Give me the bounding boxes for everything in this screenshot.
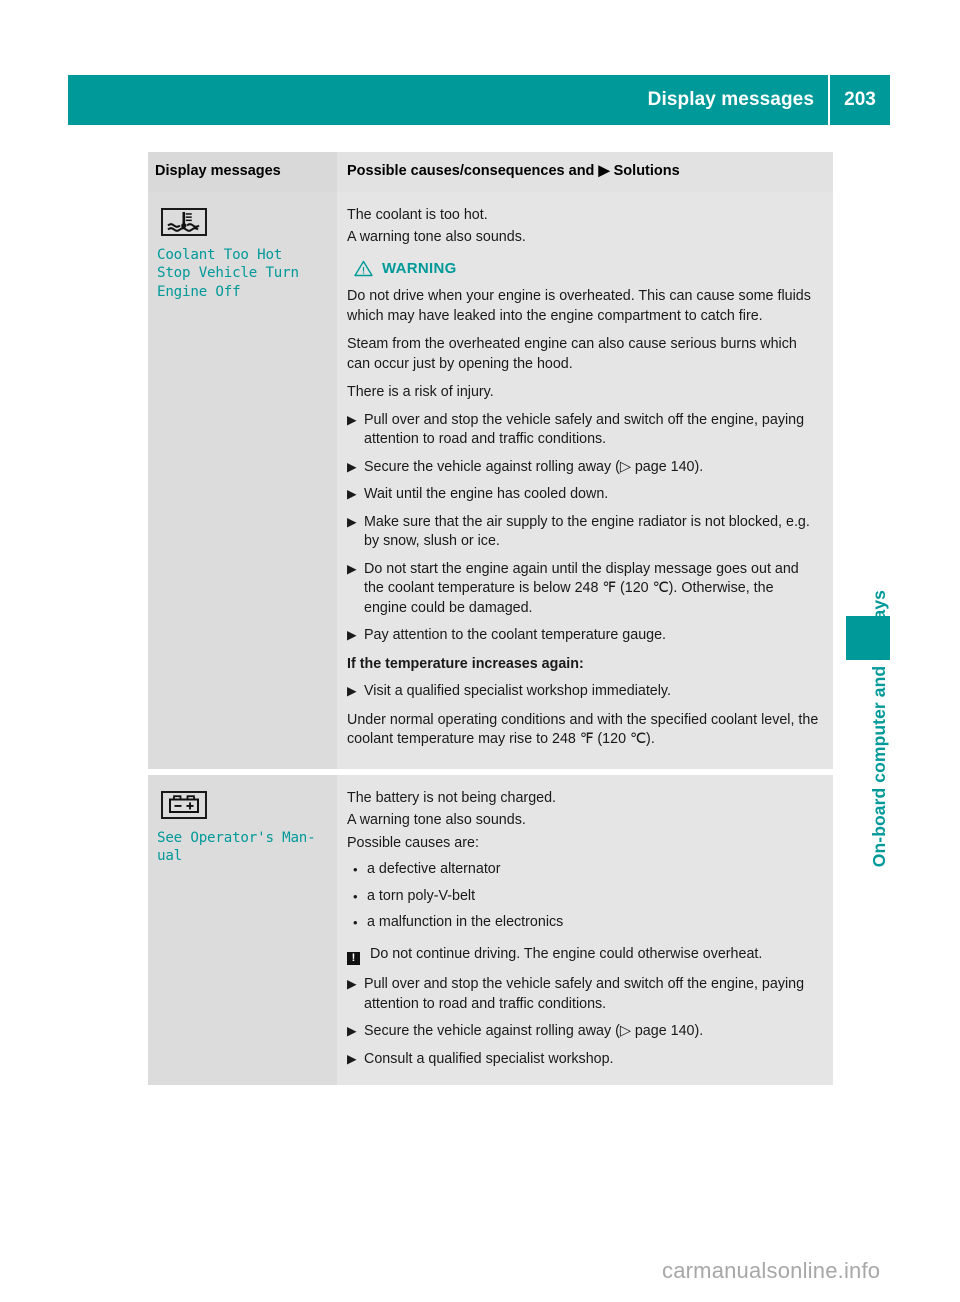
- intro-line: A warning tone also sounds.: [347, 229, 526, 245]
- cause-text: a malfunction in the electronics: [367, 914, 564, 930]
- arrow-bullet-icon: ▶: [347, 977, 357, 991]
- warning-paragraph: Steam from the overheated engine can als…: [347, 336, 797, 372]
- solution-item: ▶ Pay attention to the coolant temperatu…: [347, 626, 819, 646]
- arrow-bullet-icon: ▶: [347, 628, 357, 642]
- warning-label: WARNING: [382, 259, 457, 277]
- row-coolant-detail-cell: The coolant is too hot. A warning tone a…: [337, 191, 833, 769]
- arrow-bullet-icon: ▶: [347, 459, 357, 474]
- table-header-cell-left: Display messages: [148, 152, 337, 192]
- solution-item: ▶ Pull over and stop the vehicle safely …: [347, 975, 819, 1014]
- display-message-text: See Operator's Man‐ ual: [157, 829, 316, 865]
- dot-bullet-icon: •: [353, 862, 358, 877]
- solution-item: ▶ Do not start the engine again until th…: [347, 560, 819, 619]
- column-header-display-messages: Display messages: [155, 163, 281, 179]
- warning-paragraph: There is a risk of injury.: [347, 384, 494, 400]
- arrow-bullet-icon: ▶: [347, 514, 357, 529]
- solution-text: Secure the vehicle against rolling away …: [364, 1023, 704, 1039]
- notice-text: Do not continue driving. The engine coul…: [370, 945, 763, 962]
- warning-paragraph: Do not drive when your engine is overhea…: [347, 288, 811, 324]
- solution-text: Pull over and stop the vehicle safely an…: [364, 976, 805, 1012]
- intro-line: The coolant is too hot.: [347, 206, 488, 223]
- solution-text: Visit a qualified specialist workshop im…: [364, 683, 671, 699]
- solutions-arrow-icon: ▶: [598, 163, 610, 179]
- column-header-causes: Possible causes/consequences and: [347, 163, 595, 179]
- page-number: 203: [844, 89, 876, 110]
- arrow-bullet-icon: ▶: [347, 561, 357, 576]
- chapter-side-tab: On-board computer and displays: [846, 180, 890, 867]
- solution-item: ▶ Secure the vehicle against rolling awa…: [347, 458, 819, 478]
- cause-item: • a defective alternator: [353, 860, 819, 880]
- warning-triangle-icon: [354, 260, 373, 276]
- row-coolant-symbol-cell: Coolant Too Hot Stop Vehicle Turn Engine…: [148, 191, 337, 769]
- site-watermark: carmanualsonline.info: [662, 1258, 881, 1283]
- notice-icon: !: [347, 945, 370, 968]
- solution-text: Secure the vehicle against rolling away …: [364, 458, 704, 475]
- solution-text: Pull over and stop the vehicle safely an…: [364, 411, 805, 448]
- table-header-cell-right: Possible causes/consequences and ▶ Solut…: [337, 152, 833, 192]
- intro-line: A warning tone also sounds.: [347, 812, 526, 828]
- table-row: See Operator's Man‐ ual The battery is n…: [148, 774, 833, 1085]
- row-battery-detail-cell: The battery is not being charged. A warn…: [337, 774, 833, 1085]
- solution-item: ▶ Make sure that the air supply to the e…: [347, 513, 819, 552]
- page-title: Display messages: [647, 89, 814, 110]
- solution-item: ▶ Wait until the engine has cooled down.: [347, 485, 819, 505]
- arrow-bullet-icon: ▶: [347, 1051, 357, 1066]
- chapter-tab-marker: [846, 616, 890, 660]
- table-row: Coolant Too Hot Stop Vehicle Turn Engine…: [148, 191, 833, 769]
- battery-icon: [161, 790, 207, 819]
- page-header-bar: Display messages 203: [68, 75, 890, 125]
- dot-bullet-icon: •: [353, 915, 358, 930]
- solution-text: Wait until the engine has cooled down.: [364, 486, 609, 502]
- cause-item: • a malfunction in the electronics: [353, 913, 819, 933]
- display-messages-table: Display messages Possible causes/consequ…: [148, 152, 833, 1085]
- intro-line: Possible causes are:: [347, 834, 479, 851]
- solution-text: Do not start the engine again until the …: [364, 560, 799, 616]
- solution-item: ▶ Pull over and stop the vehicle safely …: [347, 411, 819, 450]
- subheading: If the temperature increases again:: [347, 655, 584, 672]
- warning-heading: WARNING: [354, 259, 819, 279]
- column-header-solutions: Solutions: [613, 163, 680, 179]
- cause-item: • a torn poly-V-belt: [353, 887, 819, 907]
- arrow-bullet-icon: ▶: [347, 487, 357, 501]
- arrow-bullet-icon: ▶: [347, 1024, 357, 1038]
- coolant-temperature-icon: [161, 207, 207, 236]
- solution-item: ▶ Consult a qualified specialist worksho…: [347, 1050, 819, 1070]
- closing-paragraph: Under normal operating conditions and wi…: [347, 711, 819, 748]
- cause-text: a torn poly-V-belt: [367, 887, 476, 904]
- table-header-row: Display messages Possible causes/consequ…: [148, 152, 833, 192]
- intro-line: The battery is not being charged.: [347, 789, 557, 806]
- solution-item: ▶ Visit a qualified specialist workshop …: [347, 682, 819, 702]
- solution-text: Consult a qualified specialist workshop.: [364, 1050, 614, 1067]
- arrow-bullet-icon: ▶: [347, 684, 357, 698]
- arrow-bullet-icon: ▶: [347, 412, 357, 427]
- row-battery-symbol-cell: See Operator's Man‐ ual: [148, 774, 337, 1085]
- display-message-text: Coolant Too Hot Stop Vehicle Turn Engine…: [157, 246, 299, 300]
- solution-text: Pay attention to the coolant temperature…: [364, 627, 667, 643]
- notice-block: ! Do not continue driving. The engine co…: [347, 945, 819, 968]
- solution-item: ▶ Secure the vehicle against rolling awa…: [347, 1022, 819, 1042]
- solution-text: Make sure that the air supply to the eng…: [364, 513, 810, 550]
- cause-text: a defective alternator: [367, 861, 501, 877]
- dot-bullet-icon: •: [353, 888, 358, 904]
